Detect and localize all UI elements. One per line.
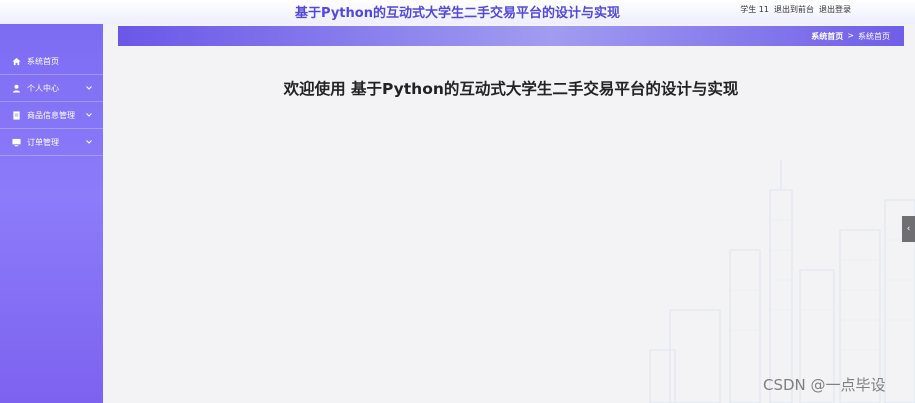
user-area: 学生 11 退出到前台 退出登录 <box>740 4 851 15</box>
sidebar-item-profile[interactable]: 个人中心 <box>0 75 103 102</box>
back-to-front-link[interactable]: 退出到前台 <box>774 4 814 15</box>
sidebar-item-home[interactable]: 系统首页 <box>0 48 103 75</box>
sidebar-menu: 系统首页 个人中心 商品信息管理 订单管理 <box>0 48 103 156</box>
welcome-title: 欢迎使用 基于Python的互动式大学生二手交易平台的设计与实现 <box>283 80 739 98</box>
chevron-left-icon: ‹ <box>906 224 911 234</box>
sidebar-item-label: 订单管理 <box>27 137 59 147</box>
sidebar-item-label: 个人中心 <box>27 83 59 93</box>
sidebar-item-goods[interactable]: 商品信息管理 <box>0 102 103 129</box>
chevron-down-icon <box>86 113 92 117</box>
sidebar: 系统首页 个人中心 商品信息管理 订单管理 <box>0 24 103 403</box>
sidebar-item-label: 商品信息管理 <box>27 110 75 120</box>
breadcrumb-item-home[interactable]: 系统首页 <box>811 31 843 42</box>
breadcrumb-item-current: 系统首页 <box>858 32 890 41</box>
sidebar-item-label: 系统首页 <box>27 56 59 66</box>
city-skyline-background <box>649 160 915 403</box>
breadcrumb-bar: 系统首页 > 系统首页 <box>118 26 904 46</box>
chevron-down-icon <box>86 140 92 144</box>
user-label[interactable]: 学生 11 <box>740 4 769 15</box>
top-header: 基于Python的互动式大学生二手交易平台的设计与实现 学生 11 退出到前台 … <box>0 0 915 24</box>
breadcrumb-separator: > <box>847 31 854 40</box>
user-icon <box>11 83 21 93</box>
document-icon <box>11 110 21 120</box>
chevron-down-icon <box>86 86 92 90</box>
side-panel-toggle[interactable]: ‹ <box>902 216 915 242</box>
breadcrumb: 系统首页 > 系统首页 <box>811 31 890 42</box>
logout-link[interactable]: 退出登录 <box>819 4 851 15</box>
home-icon <box>11 56 21 66</box>
monitor-icon <box>11 137 21 147</box>
watermark: CSDN @一点毕设 <box>763 376 886 394</box>
sidebar-item-orders[interactable]: 订单管理 <box>0 129 103 156</box>
